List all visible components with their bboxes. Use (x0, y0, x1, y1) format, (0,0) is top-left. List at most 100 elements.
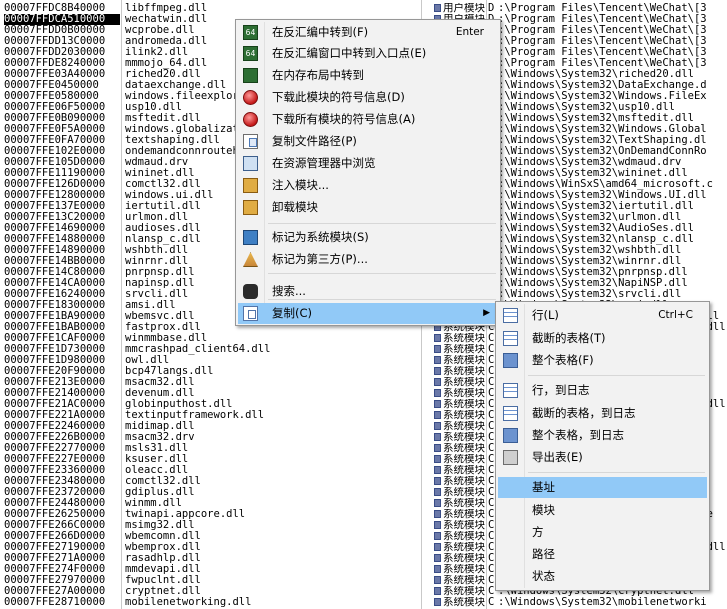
full-table-to-log-icon (503, 428, 518, 443)
menu-item[interactable]: 整个表格(F) (498, 350, 707, 371)
menu-item-label: 导出表(E) (532, 450, 583, 464)
base-address-cell: 00007FFE1CAF0000 (4, 333, 106, 344)
menu-item[interactable]: 基址 (498, 477, 707, 498)
menu-item[interactable]: 下载所有模块的符号信息(A) (238, 109, 498, 130)
base-address-cell: 00007FFE23360000 (4, 465, 106, 476)
module-name-cell: winmm.dll (125, 498, 182, 509)
module-type-text: 系统模块 (443, 377, 485, 388)
inject-module-icon (243, 178, 258, 193)
unload-module-icon (243, 200, 258, 215)
menu-item[interactable]: 整个表格，到日志 (498, 425, 707, 446)
menu-item[interactable]: 复制文件路径(P) (238, 131, 498, 152)
base-address-cell: 00007FFE14C80000 (4, 267, 106, 278)
menu-item[interactable]: 截断的表格，到日志 (498, 403, 707, 424)
menu-item[interactable]: 注入模块... (238, 175, 498, 196)
module-type-icon (434, 356, 441, 364)
module-name-cell: msimg32.dll (125, 520, 195, 531)
module-name-cell: devenum.dll (125, 388, 195, 399)
menu-item[interactable]: 复制(C) ▶ (238, 303, 498, 324)
base-address-cell: 00007FFE227E0000 (4, 454, 106, 465)
module-type-text: 系统模块 (443, 388, 485, 399)
menu-item[interactable]: 标记为第三方(P)... (238, 249, 498, 270)
menu-item[interactable]: 方 (498, 522, 707, 543)
menu-item-label: 下载所有模块的符号信息(A) (272, 112, 416, 126)
menu-item[interactable]: 在内存布局中转到 (238, 65, 498, 86)
module-type-cell: 系统模块 (434, 355, 494, 366)
menu-item[interactable]: 行(L) Ctrl+C (498, 305, 707, 326)
module-type-text: 系统模块 (443, 344, 485, 355)
module-type-icon (434, 477, 441, 485)
menu-item[interactable]: 下载此模块的符号信息(D) (238, 87, 498, 108)
module-type-icon (434, 576, 441, 584)
menu-item[interactable]: 模块 (498, 500, 707, 521)
menu-item[interactable]: 行，到日志 (498, 380, 707, 401)
module-type-cell: 系统模块 (434, 520, 494, 531)
module-type-cell: 系统模块 (434, 509, 494, 520)
module-path-cell: :\Windows\System32\mobilenetworki (498, 597, 707, 608)
module-type-icon (434, 400, 441, 408)
base-address-cell: 00007FFE06F50000 (4, 102, 106, 113)
module-type-icon (434, 334, 441, 342)
module-path-cell: :\Windows\System32\iertutil.dll (498, 201, 694, 212)
menu-item[interactable]: 在资源管理器中浏览 (238, 153, 498, 174)
module-path-cell: :\Windows\System32\wininet.dll (498, 168, 688, 179)
module-type-text: 系统模块 (443, 542, 485, 553)
base-address-cell: 00007FFE21400000 (4, 388, 106, 399)
base-address-cell: 00007FFE102E0000 (4, 146, 106, 157)
copy-full-table-icon (503, 353, 518, 368)
binoculars-icon (243, 284, 258, 299)
module-type-icon (434, 411, 441, 419)
menu-item[interactable]: 导出表(E) (498, 447, 707, 468)
module-type-icon (434, 4, 441, 12)
base-address-cell: 00007FFDE8240000 (4, 58, 106, 69)
menu-item[interactable]: 状态 (498, 566, 707, 587)
menu-item[interactable]: 标记为系统模块(S) (238, 227, 498, 248)
base-address-cell: 00007FFE126D0000 (4, 179, 106, 190)
table-row[interactable]: 00007FFE28710000 mobilenetworking.dll 系统模块… (0, 597, 727, 608)
menu-item[interactable]: 64 在反汇编窗口中转到入口点(E) (238, 43, 498, 64)
module-type-cell: 系统模块 (434, 366, 494, 377)
base-address-cell: 00007FFE24480000 (4, 498, 106, 509)
module-path-cell: :\Windows\WinSxS\amd64_microsoft.c (498, 179, 713, 190)
module-type-cell: 系统模块 (434, 421, 494, 432)
table-row[interactable]: 00007FFDC8B40000 libffmpeg.dll 用户模块 D:\Prog… (0, 3, 727, 14)
module-type-text: 系统模块 (443, 421, 485, 432)
module-path-cell: :\Program Files\Tencent\WeChat\[3 (498, 58, 707, 69)
base-address-cell: 00007FFE137E0000 (4, 201, 106, 212)
menu-item[interactable]: 64 在反汇编中转到(F) Enter (238, 22, 498, 43)
module-type-text: 用户模块 (443, 3, 485, 14)
module-name-cell: midimap.dll (125, 421, 195, 432)
menu-item[interactable]: 截断的表格(T) (498, 328, 707, 349)
base-address-cell: 00007FFDC8B40000 (4, 3, 106, 14)
module-type-text: 系统模块 (443, 520, 485, 531)
module-path-cell: :\Windows\System32\riched20.dll (498, 69, 694, 80)
base-address-cell: 00007FFDCA510000 (4, 14, 120, 25)
base-address-cell: 00007FFE0FA70000 (4, 135, 106, 146)
module-path-cell: :\Program Files\Tencent\WeChat\[3 (498, 47, 707, 58)
menu-item[interactable]: 路径 (498, 544, 707, 565)
module-type-cell: 系统模块 (434, 443, 494, 454)
module-type-icon (434, 378, 441, 386)
base-address-cell: 00007FFE14690000 (4, 223, 106, 234)
menu-item[interactable]: 卸载模块 (238, 197, 498, 218)
module-type-cell: 系统模块 (434, 454, 494, 465)
menu-separator (268, 299, 496, 300)
module-type-icon (434, 422, 441, 430)
module-type-text: 系统模块 (443, 575, 485, 586)
menu-item-label: 路径 (532, 547, 555, 561)
module-path-cell: :\Windows\System32\AudioSes.dll (498, 223, 694, 234)
module-type-icon (434, 554, 441, 562)
menu-item-label: 在反汇编窗口中转到入口点(E) (272, 46, 427, 60)
disassembly-icon: 64 (243, 25, 258, 40)
module-path-cell: :\Windows\System32\pnrpnsp.dll (498, 267, 688, 278)
entry-point-icon: 64 (243, 46, 258, 61)
base-address-cell: 00007FFE266D0000 (4, 531, 106, 542)
module-path-cell: :\Program Files\Tencent\WeChat\[3 (498, 14, 707, 25)
module-type-cell: 系统模块 (434, 586, 494, 597)
menu-item-label: 截断的表格，到日志 (532, 406, 636, 420)
base-address-cell: 00007FFE14890000 (4, 245, 106, 256)
base-address-cell: 00007FFDD2030000 (4, 47, 106, 58)
module-type-icon (434, 455, 441, 463)
base-address-cell: 00007FFDD13C0000 (4, 36, 106, 47)
menu-item-label: 模块 (532, 503, 555, 517)
